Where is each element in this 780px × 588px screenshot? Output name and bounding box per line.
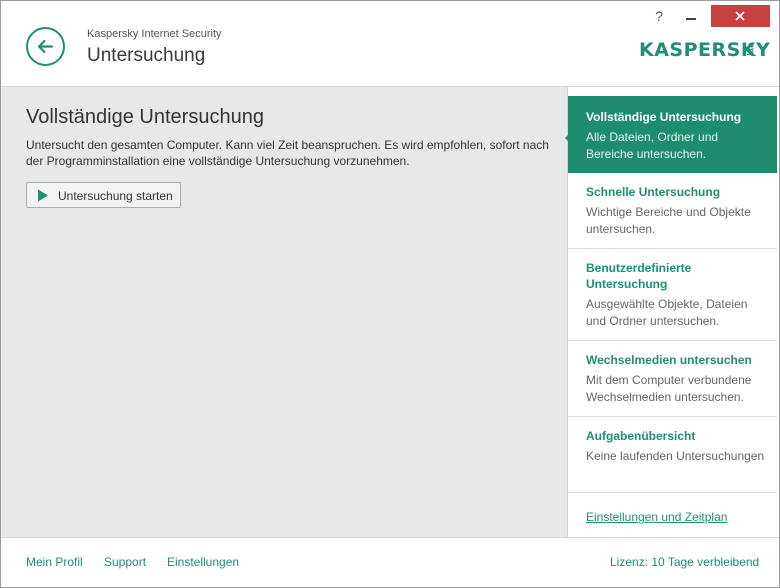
- app-window: Kaspersky Internet Security Untersuchung…: [0, 0, 780, 588]
- scan-title: Vollständige Untersuchung: [26, 106, 264, 128]
- sidebar-item-desc: Keine laufenden Untersuchungen: [586, 449, 765, 463]
- sidebar-item-task-overview[interactable]: Aufgabenübersicht Keine laufenden Unters…: [568, 417, 777, 493]
- active-item-pointer: [565, 132, 571, 144]
- sidebar-item-quick-scan[interactable]: Schnelle Untersuchung Wichtige Bereiche …: [568, 173, 777, 249]
- sidebar-item-custom-scan[interactable]: Benutzerdefinierte Untersuchung Ausgewäh…: [568, 249, 777, 341]
- footer-link-settings[interactable]: Einstellungen: [167, 555, 239, 569]
- close-icon: [735, 11, 745, 21]
- sidebar-item-removable-scan[interactable]: Wechselmedien untersuchen Mit dem Comput…: [568, 341, 777, 417]
- kaspersky-logo: KASPERSKY lab: [639, 39, 770, 63]
- footer: Mein Profil Support Einstellungen Lizenz…: [1, 537, 779, 587]
- close-button[interactable]: [711, 5, 770, 27]
- sidebar-item-desc: Alle Dateien, Ordner und Bereiche unters…: [586, 130, 719, 161]
- header: Kaspersky Internet Security Untersuchung…: [1, 1, 779, 87]
- footer-link-support[interactable]: Support: [104, 555, 146, 569]
- sidebar-item-title: Benutzerdefinierte Untersuchung: [586, 261, 692, 291]
- sidebar-item-title: Schnelle Untersuchung: [586, 185, 721, 199]
- start-scan-button[interactable]: Untersuchung starten: [26, 182, 181, 208]
- sidebar-item-title: Vollständige Untersuchung: [586, 110, 742, 124]
- scan-type-sidebar: Vollständige Untersuchung Alle Dateien, …: [567, 87, 779, 537]
- minimize-button[interactable]: [678, 7, 704, 27]
- sidebar-item-title: Aufgabenübersicht: [586, 429, 696, 443]
- logo-sub: lab: [745, 42, 756, 56]
- settings-schedule-link[interactable]: Einstellungen und Zeitplan: [586, 510, 727, 524]
- start-scan-label: Untersuchung starten: [58, 189, 173, 203]
- sidebar-item-full-scan[interactable]: Vollständige Untersuchung Alle Dateien, …: [568, 96, 777, 173]
- help-button[interactable]: ?: [651, 8, 667, 26]
- back-button[interactable]: [26, 27, 65, 66]
- play-icon: [38, 189, 48, 202]
- sidebar-item-title: Wechselmedien untersuchen: [586, 353, 752, 367]
- main-panel: Vollständige Untersuchung Untersucht den…: [1, 87, 567, 537]
- sidebar-item-desc: Wichtige Bereiche und Objekte untersuche…: [586, 205, 751, 236]
- sidebar-item-desc: Mit dem Computer verbundene Wechselmedie…: [586, 373, 752, 404]
- sidebar-item-desc: Ausgewählte Objekte, Dateien und Ordner …: [586, 297, 748, 328]
- scan-description: Untersucht den gesamten Computer. Kann v…: [26, 138, 549, 168]
- footer-link-profile[interactable]: Mein Profil: [26, 555, 83, 569]
- license-status[interactable]: Lizenz: 10 Tage verbleibend: [610, 555, 759, 569]
- page-title: Untersuchung: [87, 45, 206, 66]
- app-name: Kaspersky Internet Security: [87, 28, 222, 40]
- arrow-left-icon: [37, 39, 54, 54]
